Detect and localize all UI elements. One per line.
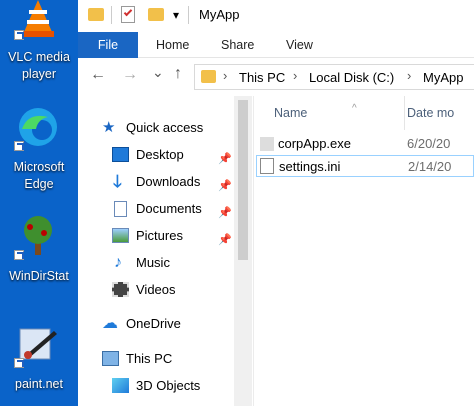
documents-icon bbox=[114, 201, 127, 217]
nav-label: This PC bbox=[126, 351, 173, 366]
separator bbox=[188, 6, 189, 24]
nav-label: Videos bbox=[136, 282, 176, 297]
desktop-icon-label: WinDirStat bbox=[9, 269, 69, 283]
nav-label: Desktop bbox=[136, 147, 184, 162]
up-button[interactable]: ↑ bbox=[174, 65, 182, 83]
computer-icon bbox=[102, 351, 119, 366]
nav-label: Documents bbox=[136, 201, 202, 216]
file-explorer-window: ▾ MyApp File Home Share View ← → ⌄ ↑ › T… bbox=[78, 0, 474, 406]
file-name: corpApp.exe bbox=[278, 136, 351, 151]
nav-music[interactable]: ♪ Music bbox=[112, 252, 242, 274]
ribbon-tabs: File Home Share View bbox=[78, 32, 474, 58]
nav-label: Pictures bbox=[136, 228, 183, 243]
shortcut-arrow-icon bbox=[14, 250, 24, 260]
folder-icon bbox=[201, 70, 216, 83]
properties-icon[interactable] bbox=[121, 6, 135, 23]
exe-icon bbox=[260, 137, 274, 151]
nav-pictures[interactable]: Pictures 📌 bbox=[112, 225, 242, 247]
qat-dropdown-icon[interactable]: ▾ bbox=[173, 6, 179, 24]
separator bbox=[111, 6, 112, 24]
nav-label: Music bbox=[136, 255, 170, 270]
nav-label: Quick access bbox=[126, 120, 204, 135]
pin-icon[interactable]: 📌 bbox=[218, 202, 232, 224]
forward-button[interactable]: → bbox=[122, 66, 138, 84]
breadcrumb-myapp[interactable]: MyApp bbox=[423, 70, 463, 85]
windirstat-icon bbox=[18, 215, 58, 255]
breadcrumb-separator[interactable]: › bbox=[293, 68, 297, 83]
breadcrumb-separator[interactable]: › bbox=[223, 68, 227, 83]
column-header-name[interactable]: Name ^ bbox=[274, 96, 404, 130]
pin-icon[interactable]: 📌 bbox=[218, 229, 232, 251]
edge-icon bbox=[18, 107, 58, 147]
navigation-pane: ★ Quick access Desktop 📌 🡓 Downloads 📌 D… bbox=[78, 96, 254, 406]
shortcut-arrow-icon bbox=[14, 30, 24, 40]
tab-view[interactable]: View bbox=[286, 32, 313, 58]
scrollbar-thumb[interactable] bbox=[238, 100, 248, 260]
window-title: MyApp bbox=[199, 7, 240, 22]
address-row: ← → ⌄ ↑ › This PC › Local Disk (C:) › My… bbox=[78, 58, 474, 94]
ini-file-icon bbox=[260, 158, 274, 174]
column-label: Name bbox=[274, 106, 308, 120]
nav-label: 3D Objects bbox=[136, 378, 201, 393]
back-button[interactable]: ← bbox=[90, 66, 106, 84]
column-divider[interactable] bbox=[404, 96, 405, 130]
file-list: Name ^ Date mo corpApp.exe 6/20/20 setti… bbox=[256, 96, 474, 406]
file-name: settings.ini bbox=[279, 159, 341, 174]
file-row-settings[interactable]: settings.ini 2/14/20 bbox=[256, 155, 474, 177]
new-folder-icon[interactable] bbox=[148, 8, 164, 21]
tab-home[interactable]: Home bbox=[156, 32, 189, 58]
star-icon: ★ bbox=[102, 119, 116, 136]
paint-icon bbox=[18, 325, 58, 365]
vlc-icon bbox=[18, 0, 58, 40]
pin-icon[interactable]: 📌 bbox=[218, 148, 232, 170]
nav-desktop[interactable]: Desktop 📌 bbox=[112, 144, 242, 166]
address-bar[interactable]: › This PC › Local Disk (C:) › MyApp bbox=[194, 64, 474, 90]
breadcrumb-separator[interactable]: › bbox=[407, 68, 411, 83]
download-arrow-icon: 🡓 bbox=[113, 172, 122, 191]
tab-share[interactable]: Share bbox=[221, 32, 254, 58]
breadcrumb-this-pc[interactable]: This PC bbox=[239, 70, 285, 85]
pin-icon[interactable]: 📌 bbox=[218, 175, 232, 197]
breadcrumb-local-disk[interactable]: Local Disk (C:) bbox=[309, 70, 394, 85]
shortcut-arrow-icon bbox=[14, 358, 24, 368]
nav-label: OneDrive bbox=[126, 316, 181, 331]
pictures-icon bbox=[112, 228, 129, 243]
videos-icon bbox=[112, 282, 129, 297]
nav-videos[interactable]: Videos bbox=[112, 279, 242, 301]
file-row-corpapp[interactable]: corpApp.exe 6/20/20 bbox=[256, 133, 474, 155]
desktop-icon bbox=[112, 147, 129, 162]
desktop-icon-label: Microsoft Edge bbox=[13, 160, 65, 191]
3d-objects-icon bbox=[112, 378, 129, 393]
sort-ascending-icon: ^ bbox=[352, 103, 357, 114]
desktop: VLC media player Microsoft Edge WinDirSt… bbox=[0, 0, 78, 406]
nav-scrollbar[interactable] bbox=[234, 96, 252, 406]
nav-documents[interactable]: Documents 📌 bbox=[112, 198, 242, 220]
nav-label: Downloads bbox=[136, 174, 201, 189]
file-date: 6/20/20 bbox=[407, 136, 451, 151]
desktop-icon-label: paint.net bbox=[15, 377, 63, 391]
cloud-icon: ☁ bbox=[102, 315, 118, 332]
tab-file[interactable]: File bbox=[78, 32, 138, 58]
column-header-date-modified[interactable]: Date mo bbox=[407, 96, 474, 130]
desktop-icon-label: VLC media player bbox=[8, 50, 70, 81]
folder-icon bbox=[88, 8, 104, 21]
shortcut-arrow-icon bbox=[14, 141, 24, 151]
file-date: 2/14/20 bbox=[408, 159, 452, 174]
recent-locations-chevron-icon[interactable]: ⌄ bbox=[152, 64, 164, 81]
nav-downloads[interactable]: 🡓 Downloads 📌 bbox=[112, 171, 242, 193]
music-note-icon: ♪ bbox=[114, 254, 122, 271]
title-bar: ▾ MyApp bbox=[78, 0, 474, 32]
